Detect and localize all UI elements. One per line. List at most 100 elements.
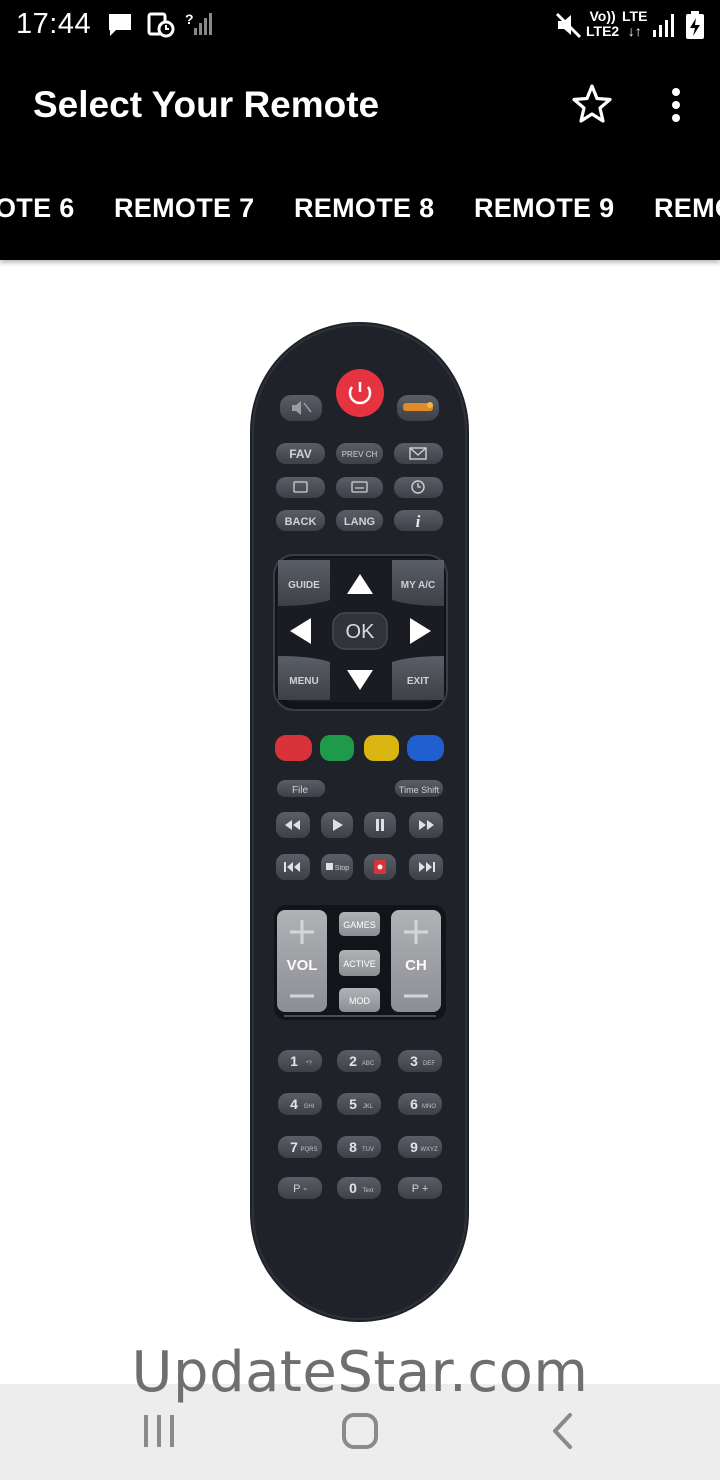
more-vert-icon: [672, 88, 680, 96]
lte-indicator: LTE ↓↑: [622, 8, 648, 39]
volume-rocker[interactable]: VOL: [277, 910, 327, 1012]
tab-remote-7[interactable]: REMOTE 7: [114, 193, 254, 224]
tab-remote-10[interactable]: REMO: [654, 193, 720, 224]
tab-remote-6[interactable]: OTE 6: [0, 193, 75, 224]
svg-text:VOL: VOL: [287, 957, 318, 974]
numpad-letters: PQRS: [300, 1147, 317, 1153]
tab-remote-8[interactable]: REMOTE 8: [294, 193, 434, 224]
tv-button[interactable]: [276, 477, 325, 498]
tab-remote-9[interactable]: REMOTE 9: [474, 193, 614, 224]
red-button[interactable]: [275, 735, 312, 761]
fast-forward-button[interactable]: [409, 812, 443, 838]
pause-button[interactable]: [364, 812, 396, 838]
numpad-key-9[interactable]: 9 WXYZ: [398, 1136, 442, 1158]
lang-button[interactable]: LANG: [336, 510, 383, 531]
svg-text:P -: P -: [293, 1183, 307, 1195]
volte-indicator: Vo)) LTE2: [586, 8, 620, 39]
svg-text:FAV: FAV: [289, 447, 311, 461]
more-options-button[interactable]: [660, 82, 692, 126]
ok-button[interactable]: OK: [332, 612, 388, 650]
games-button[interactable]: GAMES: [339, 912, 380, 936]
svg-text:MENU: MENU: [289, 676, 318, 687]
numpad-digit: 0: [349, 1180, 357, 1196]
info-button[interactable]: i: [394, 510, 443, 531]
numpad-letters: MNO: [422, 1104, 436, 1110]
signal-icon: [653, 14, 674, 37]
fav-button[interactable]: FAV: [276, 443, 325, 464]
power-button[interactable]: [336, 369, 384, 417]
guide-button[interactable]: GUIDE: [278, 560, 330, 606]
numpad-digit: 7: [290, 1139, 298, 1155]
numpad-letters: *?: [306, 1061, 312, 1067]
numpad-key-5[interactable]: 5 JKL: [337, 1093, 381, 1115]
subtitle-button[interactable]: [336, 477, 383, 498]
app-bar: Select Your Remote: [0, 50, 720, 160]
favorite-button[interactable]: [570, 82, 614, 126]
numpad-digit: 1: [290, 1053, 298, 1069]
numpad-digit: 9: [410, 1139, 418, 1155]
prev-ch-button[interactable]: PREV CH: [336, 443, 383, 464]
numpad-key-2[interactable]: 2 ABC: [337, 1050, 381, 1072]
rewind-button[interactable]: [276, 812, 310, 838]
numpad-key-7[interactable]: 7 PQRS: [278, 1136, 322, 1158]
stop-button[interactable]: Stop: [321, 854, 353, 880]
svg-text:ACTIVE: ACTIVE: [343, 959, 376, 969]
numpad-letters: WXYZ: [420, 1147, 438, 1153]
numpad-letters: Text: [362, 1188, 373, 1194]
green-button[interactable]: [320, 735, 354, 761]
page-up-button[interactable]: P +: [398, 1177, 442, 1199]
numpad-digit: 2: [349, 1053, 357, 1069]
svg-text:Stop: Stop: [335, 865, 350, 872]
remote-image: FAV PREV CH BACK LANG i GUIDE MY A/C MEN…: [250, 322, 469, 1322]
svg-text:Time Shift: Time Shift: [399, 785, 440, 795]
numpad-digit: 6: [410, 1096, 418, 1112]
signal-question-icon: ?: [185, 11, 212, 35]
numpad-key-3[interactable]: 3 DEF: [398, 1050, 442, 1072]
numpad-digit: 8: [349, 1139, 357, 1155]
back-nav-button[interactable]: [538, 1410, 588, 1454]
clock-alarm-icon: [147, 12, 175, 38]
numpad-key-8[interactable]: 8 TUV: [337, 1136, 381, 1158]
my-ac-button[interactable]: MY A/C: [392, 560, 444, 606]
svg-text:BACK: BACK: [285, 516, 317, 528]
active-button[interactable]: ACTIVE: [339, 950, 380, 976]
svg-text:OK: OK: [346, 621, 376, 643]
svg-text:MOD: MOD: [349, 996, 370, 1006]
numpad-digit: 5: [349, 1096, 357, 1112]
time-shift-button[interactable]: Time Shift: [395, 780, 443, 797]
numpad-key-6[interactable]: 6 MNO: [398, 1093, 442, 1115]
timer-button[interactable]: [394, 477, 443, 498]
menu-button[interactable]: MENU: [278, 656, 330, 700]
numpad-key-1[interactable]: 1 *?: [278, 1050, 322, 1072]
blue-button[interactable]: [407, 735, 444, 761]
file-button[interactable]: File: [277, 780, 325, 797]
status-bar: 17:44 ? Vo)) LTE2 LTE ↓↑: [0, 0, 720, 50]
recents-button[interactable]: [134, 1410, 184, 1454]
yellow-button[interactable]: [364, 735, 399, 761]
numpad-key-0[interactable]: 0 Text: [337, 1177, 381, 1199]
home-button[interactable]: [335, 1410, 385, 1454]
back-remote-button[interactable]: BACK: [276, 510, 325, 531]
svg-text:CH: CH: [405, 957, 427, 974]
numpad-key-4[interactable]: 4 GHI: [278, 1093, 322, 1115]
home-icon: [342, 1413, 378, 1449]
status-time: 17:44: [16, 8, 92, 40]
svg-text:File: File: [292, 785, 309, 796]
numpad-letters: DEF: [423, 1061, 435, 1067]
numpad-letters: GHI: [304, 1104, 315, 1110]
mod-button[interactable]: MOD: [339, 988, 380, 1012]
exit-button[interactable]: EXIT: [392, 656, 444, 700]
brand-button[interactable]: [397, 395, 439, 421]
mute-icon: [555, 12, 582, 39]
record-button[interactable]: [364, 854, 396, 880]
svg-text:?: ?: [185, 11, 194, 27]
page-down-button[interactable]: P -: [278, 1177, 322, 1199]
mail-button[interactable]: [394, 443, 443, 464]
svg-text:P +: P +: [412, 1183, 429, 1195]
numpad-letters: TUV: [362, 1147, 374, 1153]
mute-button[interactable]: [280, 395, 322, 421]
channel-rocker[interactable]: CH: [391, 910, 441, 1012]
play-button[interactable]: [321, 812, 353, 838]
next-button[interactable]: [409, 854, 443, 880]
previous-button[interactable]: [276, 854, 310, 880]
